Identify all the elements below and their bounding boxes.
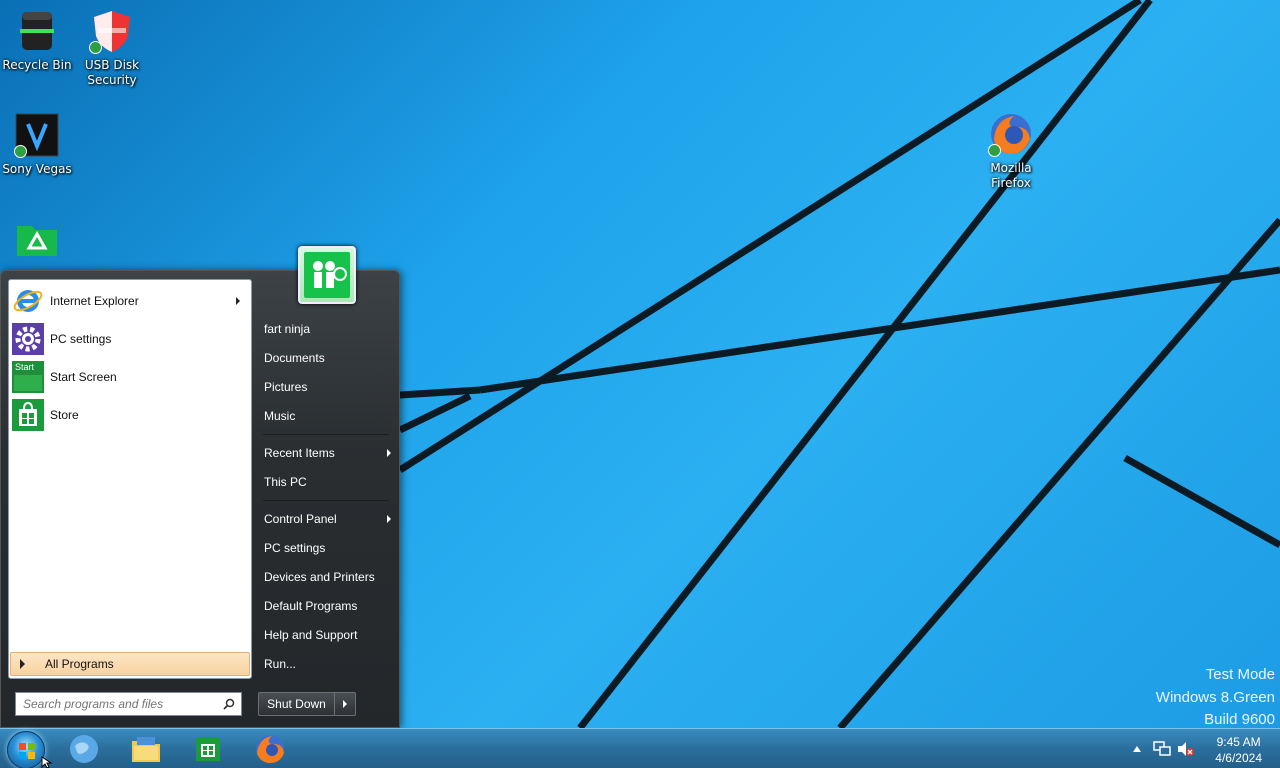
watermark-line: Build 9600 [1204, 711, 1275, 728]
menu-separator [263, 434, 389, 435]
menu-separator [263, 500, 389, 501]
watermark-line: Test Mode [1205, 666, 1275, 683]
right-item-label: fart ninja [264, 322, 311, 336]
mouse-cursor-icon [41, 756, 53, 768]
desktop-icon-label: USB Disk Security [84, 58, 140, 87]
store-icon [12, 399, 44, 431]
program-label: Start Screen [50, 370, 117, 384]
recycle-bin-icon [14, 8, 60, 54]
program-label: PC settings [50, 332, 112, 346]
user-avatar-icon [304, 252, 350, 298]
clock-date: 4/6/2024 [1215, 751, 1262, 765]
clock[interactable]: 9:45 AM 4/6/2024 [1215, 734, 1262, 766]
help-support-link[interactable]: Help and Support [258, 622, 394, 648]
right-item-label: Music [264, 409, 296, 423]
right-item-label: This PC [264, 475, 307, 489]
right-item-label: Help and Support [264, 628, 358, 642]
program-label: Internet Explorer [50, 294, 139, 308]
sony-vegas-icon [14, 112, 60, 158]
shut-down-options-button[interactable] [335, 700, 355, 708]
default-programs-link[interactable]: Default Programs [258, 593, 394, 619]
watermark-line: Windows 8.Green [1155, 688, 1275, 706]
chevron-right-icon [343, 700, 347, 708]
expand-arrow-icon [20, 659, 25, 669]
desktop-icon-mozilla-firefox[interactable]: Mozilla Firefox [975, 111, 1047, 191]
taskbar-internet-explorer[interactable] [67, 732, 101, 766]
documents-link[interactable]: Documents [258, 345, 394, 371]
internet-explorer-icon [12, 285, 44, 317]
right-item-label: Devices and Printers [264, 570, 375, 584]
start-screen-icon-text: Start [15, 362, 35, 372]
store-icon [196, 737, 220, 761]
program-store[interactable]: Store [12, 397, 250, 433]
taskbar-file-explorer[interactable] [129, 732, 163, 766]
run-link[interactable]: Run... [258, 651, 394, 677]
shortcut-badge-icon [89, 41, 102, 54]
submenu-arrow-icon [387, 449, 391, 457]
this-pc-link[interactable]: This PC [258, 469, 394, 495]
user-folder-link[interactable]: fart ninja [258, 316, 394, 342]
green-folder-icon [14, 216, 60, 262]
start-button[interactable] [7, 731, 45, 768]
firefox-icon [256, 735, 284, 764]
firefox-icon [988, 111, 1034, 157]
right-item-label: Recent Items [264, 446, 335, 460]
pc-settings-link[interactable]: PC settings [258, 535, 394, 561]
gear-icon [12, 323, 44, 355]
start-menu-programs-pane: Internet Explorer PC settings Start Star… [8, 279, 252, 679]
desktop-icon-label: Sony Vegas [2, 162, 72, 176]
file-explorer-icon [132, 737, 160, 762]
program-internet-explorer[interactable]: Internet Explorer [12, 283, 250, 319]
desktop-icon-label: Recycle Bin [2, 58, 72, 72]
program-pc-settings[interactable]: PC settings [12, 321, 250, 357]
recent-items-link[interactable]: Recent Items [258, 440, 394, 466]
program-label: Store [50, 408, 79, 422]
start-screen-icon: Start [12, 361, 44, 393]
shut-down-label: Shut Down [259, 693, 335, 715]
right-item-label: Control Panel [264, 512, 337, 526]
right-item-label: Documents [264, 351, 325, 365]
desktop-icon-usb-disk-security[interactable]: USB Disk Security [76, 8, 148, 88]
all-programs-button[interactable]: All Programs [10, 652, 250, 676]
right-item-label: Run... [264, 657, 297, 671]
network-icon[interactable] [1153, 741, 1171, 757]
shield-icon [89, 8, 135, 54]
volume-muted-icon[interactable] [1177, 741, 1195, 757]
shortcut-badge-icon [988, 144, 1001, 157]
clock-time: 9:45 AM [1216, 735, 1261, 749]
taskbar-firefox[interactable] [253, 732, 287, 766]
search-input[interactable] [15, 692, 242, 716]
taskbar: 9:45 AM 4/6/2024 [0, 728, 1280, 768]
test-mode-watermark: Test Mode Windows 8.Green Build 9600 [1156, 664, 1275, 728]
devices-printers-link[interactable]: Devices and Printers [258, 564, 394, 590]
internet-globe-icon [70, 735, 98, 763]
search-icon[interactable] [223, 698, 235, 710]
music-link[interactable]: Music [258, 403, 394, 429]
system-tray: 9:45 AM 4/6/2024 [1120, 729, 1280, 768]
control-panel-link[interactable]: Control Panel [258, 506, 394, 532]
program-start-screen[interactable]: Start Start Screen [12, 359, 250, 395]
shortcut-badge-icon [14, 145, 27, 158]
desktop-icon-label: Mozilla Firefox [990, 161, 1032, 190]
submenu-arrow-icon [236, 297, 240, 305]
right-item-label: Default Programs [264, 599, 358, 613]
user-picture[interactable] [298, 246, 356, 304]
right-item-label: Pictures [264, 380, 308, 394]
pictures-link[interactable]: Pictures [258, 374, 394, 400]
submenu-arrow-icon [387, 515, 391, 523]
start-menu: Internet Explorer PC settings Start Star… [0, 246, 400, 728]
all-programs-label: All Programs [45, 657, 114, 671]
desktop-icon-sony-vegas[interactable]: Sony Vegas [1, 112, 73, 177]
desktop-icon-green-folder[interactable] [1, 216, 73, 266]
shut-down-button[interactable]: Shut Down [258, 692, 356, 716]
show-hidden-icons-icon[interactable] [1133, 746, 1141, 752]
desktop-icon-recycle-bin[interactable]: Recycle Bin [1, 8, 73, 73]
taskbar-store[interactable] [191, 732, 225, 766]
right-item-label: PC settings [264, 541, 326, 555]
